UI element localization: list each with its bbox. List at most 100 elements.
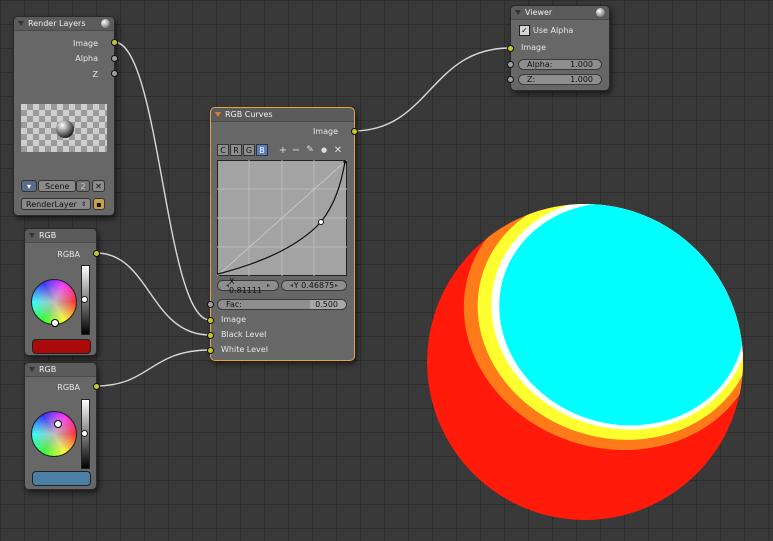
render-layers-header[interactable]: Render Layers: [14, 17, 114, 31]
collapse-icon[interactable]: [215, 112, 221, 117]
output-label-rgba: RGBA: [57, 383, 80, 392]
value-slider[interactable]: [81, 265, 90, 335]
socket-image-out[interactable]: [351, 128, 358, 135]
increment-icon[interactable]: ▸: [267, 282, 270, 289]
output-label-alpha: Alpha: [75, 54, 98, 63]
socket-image-in[interactable]: [507, 45, 514, 52]
fac-value: 0.500: [315, 300, 338, 309]
collapse-icon[interactable]: [29, 367, 35, 372]
curve-point-selected[interactable]: [318, 219, 324, 225]
collapse-icon[interactable]: [515, 10, 521, 15]
socket-z-out[interactable]: [111, 70, 118, 77]
delete-point-icon[interactable]: ✕: [332, 144, 344, 156]
curve-point-end[interactable]: [343, 160, 347, 164]
socket-image-in[interactable]: [207, 317, 214, 324]
rgb-node-1-header[interactable]: RGB: [25, 229, 96, 243]
rgb-curves-header[interactable]: RGB Curves: [211, 108, 354, 122]
viewer-header[interactable]: Viewer: [511, 6, 609, 20]
fac-slider[interactable]: Fac: 0.500: [217, 299, 347, 310]
link-rgb2-to-whitelevel: [95, 349, 211, 387]
socket-white-level-in[interactable]: [207, 347, 214, 354]
preview-toggle-icon[interactable]: [101, 19, 110, 28]
color-wheel[interactable]: [31, 279, 77, 327]
channel-tabs: C R G B: [217, 144, 277, 156]
scene-name-field[interactable]: Scene: [38, 180, 76, 192]
socket-alpha-in[interactable]: [507, 61, 514, 68]
node-title: RGB: [39, 231, 57, 240]
tab-blue[interactable]: B: [256, 144, 268, 156]
alpha-field[interactable]: Alpha: 1.000: [518, 59, 602, 70]
color-wheel-cursor[interactable]: [54, 420, 62, 428]
render-layers-node[interactable]: Render Layers Image Alpha Z ▾ Scene 2 ✕ …: [13, 16, 118, 216]
node-links: [95, 41, 511, 387]
socket-fac-in[interactable]: [207, 301, 214, 308]
alpha-label: Alpha:: [527, 60, 553, 69]
output-label-image: Image: [72, 39, 98, 48]
input-label-black-level: Black Level: [221, 330, 267, 339]
link-renderlayers-to-curves: [113, 41, 211, 321]
output-label-image: Image: [312, 127, 338, 136]
link-curves-to-viewer: [352, 47, 511, 132]
zoom-in-icon[interactable]: +: [277, 144, 289, 156]
curve-graph[interactable]: [217, 160, 347, 276]
scene-browse-icon[interactable]: ▾: [21, 180, 37, 192]
scene-unlink-button[interactable]: ✕: [92, 180, 105, 192]
scene-users-count[interactable]: 2: [76, 180, 90, 192]
curve-point-y: Y 0.46875: [293, 281, 335, 290]
socket-rgba-out[interactable]: [93, 250, 100, 257]
use-alpha-label: Use Alpha: [533, 26, 574, 35]
render-preview-thumbnail: [21, 104, 107, 152]
render-layer-camera-icon[interactable]: ▪: [93, 198, 105, 210]
scene-name: Scene: [45, 181, 70, 191]
collapse-icon[interactable]: [18, 21, 24, 26]
output-label-z: Z: [92, 70, 98, 79]
node-title: RGB Curves: [225, 110, 273, 119]
z-label: Z:: [527, 75, 536, 84]
tab-green[interactable]: G: [243, 144, 255, 156]
node-title: Viewer: [525, 8, 553, 17]
curve-point-x: X 0.81111: [229, 276, 263, 295]
rgb-curves-node[interactable]: RGB Curves Image C R G B + − ✎ ● ✕ ◂ X 0…: [207, 107, 358, 361]
rgb-node-2[interactable]: RGB RGBA: [24, 362, 100, 490]
rgb-node-1[interactable]: RGB RGBA: [24, 228, 100, 356]
socket-z-in[interactable]: [507, 76, 514, 83]
scene-users-value: 2: [80, 181, 86, 191]
decrement-icon[interactable]: ◂: [290, 282, 293, 289]
input-label-image: Image: [521, 43, 547, 52]
color-wheel-cursor[interactable]: [51, 319, 59, 327]
link-rgb1-to-blacklevel: [95, 252, 211, 336]
render-layer-select[interactable]: RenderLayer ⇕: [21, 198, 91, 210]
updown-icon: ⇕: [80, 200, 86, 208]
tab-combined[interactable]: C: [217, 144, 229, 156]
z-value: 1.000: [570, 75, 593, 84]
preview-toggle-icon[interactable]: [596, 8, 605, 17]
value-slider-knob[interactable]: [81, 430, 88, 437]
clipping-icon[interactable]: ●: [318, 144, 330, 156]
color-wheel[interactable]: [31, 411, 77, 457]
socket-image-out[interactable]: [111, 39, 118, 46]
fac-label: Fac:: [226, 300, 242, 309]
value-slider-knob[interactable]: [81, 296, 88, 303]
curve-point-y-field[interactable]: ◂ Y 0.46875 ▸: [281, 280, 347, 291]
socket-rgba-out[interactable]: [93, 383, 100, 390]
color-swatch[interactable]: [32, 339, 91, 354]
input-label-image: Image: [221, 315, 247, 324]
viewer-node[interactable]: Viewer ✓ Use Alpha Image Alpha: 1.000 Z:…: [507, 5, 610, 91]
socket-black-level-in[interactable]: [207, 332, 214, 339]
z-field[interactable]: Z: 1.000: [518, 74, 602, 85]
zoom-out-icon[interactable]: −: [290, 144, 302, 156]
increment-icon[interactable]: ▸: [335, 282, 338, 289]
color-swatch[interactable]: [32, 471, 91, 486]
value-slider[interactable]: [81, 399, 90, 469]
wrench-icon[interactable]: ✎: [304, 144, 316, 156]
curve-tools: + − ✎ ● ✕: [277, 144, 349, 156]
use-alpha-checkbox[interactable]: ✓: [519, 25, 530, 36]
curve-point-x-field[interactable]: ◂ X 0.81111 ▸: [217, 277, 279, 295]
socket-alpha-out[interactable]: [111, 55, 118, 62]
collapse-icon[interactable]: [29, 233, 35, 238]
input-label-white-level: White Level: [221, 345, 268, 354]
tab-red[interactable]: R: [230, 144, 242, 156]
rgb-node-2-header[interactable]: RGB: [25, 363, 96, 377]
alpha-value: 1.000: [570, 60, 593, 69]
output-label-rgba: RGBA: [57, 250, 80, 259]
